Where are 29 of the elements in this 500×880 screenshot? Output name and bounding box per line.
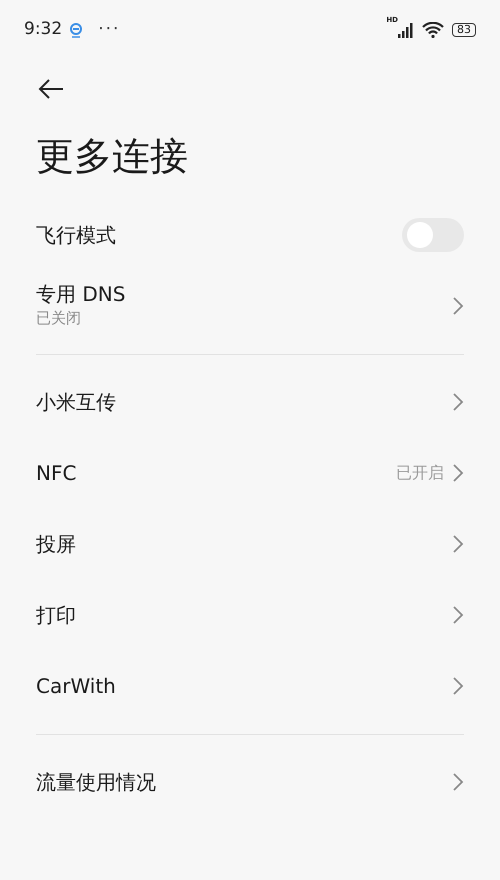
battery-level: 83 [452,23,476,37]
row-title: 流量使用情况 [36,770,156,795]
more-notifications-icon: ··· [98,17,120,43]
row-title: 小米互传 [36,390,116,415]
settings-row[interactable]: 投屏 [0,508,500,580]
settings-row[interactable]: 流量使用情况 [0,746,500,818]
status-time: 9:32 [24,18,62,42]
chevron-icon [452,463,464,484]
row-title: NFC [36,460,76,486]
chevron-icon [452,676,464,696]
chevron-icon [452,296,464,316]
row-title: 飞行模式 [36,222,116,248]
settings-row[interactable]: CarWith [0,650,500,722]
row-title: CarWith [36,674,116,699]
row-title: 打印 [36,602,76,628]
chevron-icon [452,772,464,792]
settings-row[interactable]: 飞行模式 [0,200,500,271]
page-title: 更多连接 [36,134,189,180]
chevron-icon [452,605,464,626]
row-value: 已开启 [396,462,444,484]
settings-row[interactable]: 专用 DNS 已关闭 [0,270,500,342]
row-title: 专用 DNS [36,282,126,308]
chevron-icon [452,392,464,412]
row-title: 投屏 [36,532,76,557]
settings-row[interactable]: 打印 [0,580,500,651]
chevron-icon [452,534,464,554]
settings-row[interactable]: 小米互传 [0,366,500,438]
settings-row[interactable]: NFC 已开启 [0,438,500,509]
row-subtitle: 已关闭 [36,308,82,330]
